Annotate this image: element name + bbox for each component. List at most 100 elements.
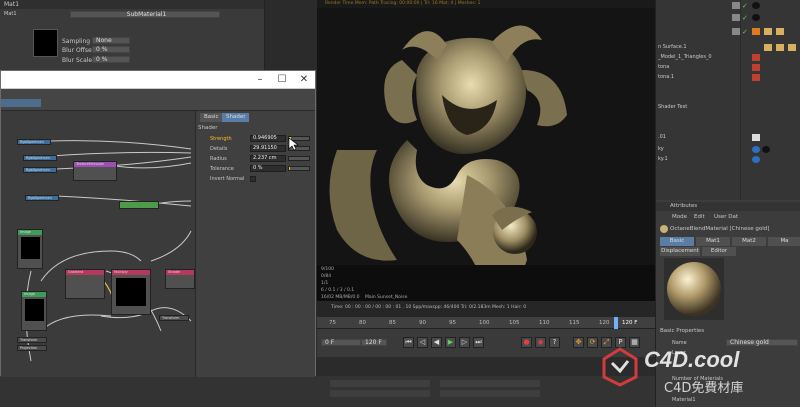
check-icon[interactable]: ✓ bbox=[742, 14, 750, 22]
radius-slider[interactable] bbox=[288, 156, 310, 161]
object-manager[interactable]: n Surface.1 _Model_1_Triangles_0 tona to… bbox=[655, 0, 800, 200]
texture-tag-icon[interactable] bbox=[764, 28, 772, 35]
param-key-button[interactable]: P bbox=[615, 337, 626, 348]
menu-edit[interactable]: Edit bbox=[694, 214, 705, 220]
deformer-tag-icon[interactable] bbox=[752, 28, 760, 35]
menu-mode[interactable]: Mode bbox=[672, 214, 687, 220]
sampling-dropdown[interactable]: None bbox=[92, 37, 130, 44]
texture-tag-icon[interactable] bbox=[764, 44, 772, 51]
check-icon[interactable]: ✓ bbox=[742, 28, 750, 36]
object-row[interactable]: ky bbox=[658, 146, 738, 152]
maximize-icon[interactable]: ☐ bbox=[273, 74, 291, 86]
playhead[interactable] bbox=[614, 317, 618, 329]
tab-shader[interactable]: Shader bbox=[222, 113, 250, 122]
invert-normal-checkbox[interactable] bbox=[250, 176, 256, 182]
rotate-key-button[interactable]: ⟳ bbox=[587, 337, 598, 348]
node-projection[interactable]: Projection bbox=[17, 345, 47, 351]
material-tag-icon[interactable] bbox=[762, 146, 770, 153]
tab-mat1[interactable]: Mat1 bbox=[696, 237, 730, 246]
sky-tag-icon[interactable] bbox=[752, 156, 760, 163]
minimize-icon[interactable]: – bbox=[251, 74, 269, 86]
stat-line-1: 9/100 bbox=[321, 267, 334, 272]
menu-user-data[interactable]: User Dat bbox=[714, 214, 738, 220]
object-row[interactable]: ky.1 bbox=[658, 156, 738, 162]
texture-tag-icon[interactable] bbox=[788, 44, 796, 51]
sky-tag-icon[interactable] bbox=[752, 146, 760, 153]
toolbar-tab[interactable] bbox=[1, 99, 41, 107]
submaterial-field[interactable]: SubMaterial1 bbox=[70, 11, 220, 18]
radius-field[interactable]: 2.237 cm bbox=[250, 155, 286, 162]
node-multiply[interactable]: Multiply bbox=[111, 269, 151, 315]
blur-scale-field[interactable]: 0 % bbox=[92, 56, 130, 63]
node-shader[interactable]: Shader bbox=[165, 269, 195, 289]
check-icon[interactable]: ✓ bbox=[742, 2, 750, 10]
object-row[interactable]: tona bbox=[658, 64, 738, 70]
node-rgbspectrum-1[interactable]: RgbSpectrum bbox=[17, 139, 51, 145]
node-rgbspectrum-4[interactable]: RgbSpectrum bbox=[25, 195, 59, 201]
node-graph[interactable]: RgbSpectrum RgbSpectrum RgbSpectrum Text… bbox=[1, 111, 195, 377]
strength-field[interactable]: 0.946905 bbox=[250, 135, 286, 142]
node-editor-window[interactable]: – ☐ ✕ RgbSpectrum RgbSpectrum RgbSpectru… bbox=[0, 70, 316, 377]
record-button[interactable]: ● bbox=[521, 337, 532, 348]
end-frame-field[interactable]: 120 F bbox=[361, 339, 387, 346]
close-icon[interactable]: ✕ bbox=[295, 74, 313, 86]
window-titlebar[interactable]: – ☐ ✕ bbox=[1, 71, 315, 89]
move-key-button[interactable]: ✥ bbox=[573, 337, 584, 348]
grid-key-button[interactable]: ▦ bbox=[629, 337, 640, 348]
node-rgbspectrum-3[interactable]: RgbSpectrum bbox=[23, 167, 57, 173]
scale-key-button[interactable]: ⤢ bbox=[601, 337, 612, 348]
layer-icon[interactable] bbox=[732, 14, 740, 21]
layer-icon[interactable] bbox=[732, 2, 740, 9]
coord-field-x[interactable] bbox=[330, 380, 430, 387]
prev-key-button[interactable]: ◁ bbox=[417, 337, 428, 348]
render-viewport[interactable] bbox=[317, 0, 655, 300]
name-field[interactable]: Chinese gold bbox=[726, 339, 798, 346]
autokey-button[interactable]: ◉ bbox=[535, 337, 546, 348]
node-image-1[interactable]: Image bbox=[17, 229, 43, 269]
timeline-ruler[interactable]: 75 80 85 90 95 100 105 110 115 120 120 F bbox=[317, 317, 655, 329]
node-green-texture[interactable] bbox=[119, 201, 159, 209]
next-key-button[interactable]: ▷ bbox=[459, 337, 470, 348]
details-field[interactable]: 29.91150 bbox=[250, 145, 286, 152]
keyframe-button[interactable]: ? bbox=[549, 337, 560, 348]
node-gradient[interactable]: Gradient bbox=[65, 269, 105, 299]
object-row[interactable]: n Surface.1 bbox=[658, 44, 738, 50]
play-button[interactable]: ▶ bbox=[445, 337, 456, 348]
tab-basic[interactable]: Basic bbox=[660, 237, 694, 246]
tab-ma[interactable]: Ma bbox=[768, 237, 800, 246]
node-transform-2[interactable]: Transform bbox=[17, 337, 47, 343]
tab-mat2[interactable]: Mat2 bbox=[732, 237, 766, 246]
coord-field-y[interactable] bbox=[440, 380, 540, 387]
material-item[interactable]: Material1 bbox=[672, 397, 696, 403]
material-tag-icon[interactable] bbox=[752, 14, 760, 21]
texture-tag-icon[interactable] bbox=[776, 44, 784, 51]
go-end-button[interactable]: ⏭ bbox=[473, 337, 484, 348]
object-row[interactable]: .01 bbox=[658, 134, 738, 140]
texture-tag-icon[interactable] bbox=[776, 28, 784, 35]
tab-basic[interactable]: Basic bbox=[200, 113, 223, 122]
go-start-button[interactable]: ⏮ bbox=[403, 337, 414, 348]
tolerance-slider[interactable] bbox=[288, 166, 310, 171]
node-transform[interactable]: Transform bbox=[159, 315, 189, 321]
material-tag-icon[interactable] bbox=[752, 2, 760, 9]
tab-displacement[interactable]: Displacement bbox=[660, 247, 700, 256]
node-image-2[interactable]: Image bbox=[21, 291, 47, 331]
coord-field-w[interactable] bbox=[440, 390, 540, 397]
layer-icon[interactable] bbox=[732, 28, 740, 35]
tolerance-field[interactable]: 0 % bbox=[250, 165, 286, 172]
tag-icon[interactable] bbox=[752, 64, 760, 71]
rewind-button[interactable]: ◀ bbox=[431, 337, 442, 348]
node-texture-emission[interactable]: TextureEmission bbox=[73, 161, 117, 181]
tab-editor[interactable]: Editor bbox=[702, 247, 736, 256]
tag-icon[interactable] bbox=[752, 54, 760, 61]
object-row[interactable]: _Model_1_Triangles_0 bbox=[658, 54, 738, 60]
coord-field-z[interactable] bbox=[330, 390, 430, 397]
start-frame-field[interactable]: 0 F bbox=[321, 339, 361, 346]
blur-offset-field[interactable]: 0 % bbox=[92, 46, 130, 53]
object-row[interactable]: tona.1 bbox=[658, 74, 738, 80]
timeline[interactable]: 75 80 85 90 95 100 105 110 115 120 120 F… bbox=[317, 317, 655, 357]
node-rgbspectrum-2[interactable]: RgbSpectrum bbox=[23, 155, 57, 161]
tag-icon[interactable] bbox=[752, 74, 760, 81]
object-row[interactable]: Shader Test bbox=[658, 104, 738, 110]
camera-tag-icon[interactable] bbox=[752, 134, 760, 141]
